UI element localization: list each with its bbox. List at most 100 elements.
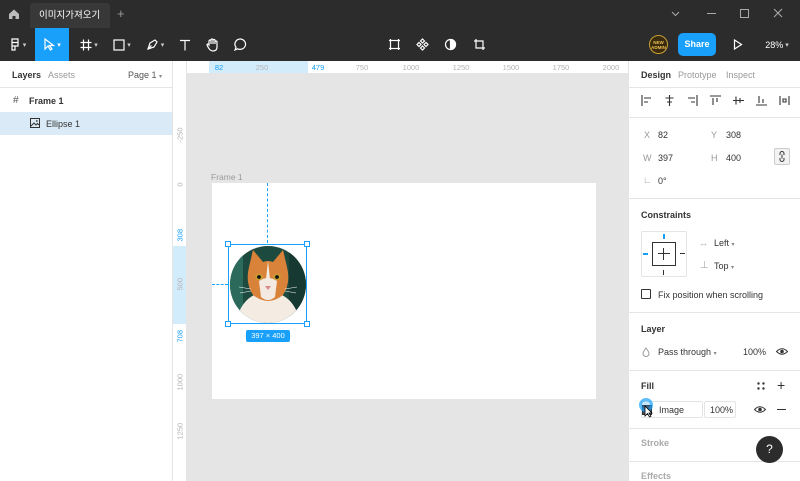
ruler-tick: -250 bbox=[175, 127, 185, 143]
minimize-icon[interactable] bbox=[707, 13, 716, 14]
add-fill-icon[interactable]: + bbox=[777, 377, 785, 393]
h-label: H bbox=[711, 153, 718, 163]
chevron-down-icon: ▾ bbox=[159, 74, 163, 80]
eye-icon[interactable] bbox=[754, 405, 766, 414]
cursor-icon bbox=[644, 405, 653, 418]
ellipse-image[interactable] bbox=[229, 245, 307, 324]
divider bbox=[629, 87, 800, 88]
crop-icon bbox=[473, 39, 485, 50]
layer-opacity-input[interactable]: 100% bbox=[743, 347, 766, 357]
constraints-title: Constraints bbox=[641, 210, 692, 220]
present-button[interactable] bbox=[729, 28, 745, 61]
hand-icon bbox=[205, 37, 218, 52]
ruler-tick: 1750 bbox=[552, 63, 570, 72]
frame-icon: # bbox=[13, 95, 19, 106]
hand-tool-button[interactable] bbox=[201, 28, 223, 61]
measure-guide-vertical bbox=[267, 183, 268, 243]
ruler-tick: 308 bbox=[175, 228, 185, 242]
x-input[interactable]: 82 bbox=[658, 130, 668, 140]
tab-layers[interactable]: Layers bbox=[12, 70, 41, 80]
vertical-constraint-dropdown[interactable]: Top ▾ bbox=[714, 261, 734, 271]
ruler-tick: 1250 bbox=[452, 63, 470, 72]
component-frame-button[interactable] bbox=[384, 28, 404, 61]
blend-mode-icon bbox=[642, 347, 650, 357]
x-label: X bbox=[644, 130, 651, 140]
frame-tool-button[interactable]: ▾ bbox=[74, 28, 104, 61]
fill-opacity-input[interactable]: 100% bbox=[704, 401, 736, 418]
fix-position-checkbox[interactable] bbox=[641, 289, 651, 299]
shape-tool-button[interactable]: ▾ bbox=[107, 28, 137, 61]
horizontal-constraint-dropdown[interactable]: Left ▾ bbox=[714, 238, 735, 248]
constraints-widget[interactable] bbox=[641, 231, 687, 277]
align-bottom-icon[interactable] bbox=[756, 95, 767, 106]
rotation-icon: ∟ bbox=[643, 175, 652, 185]
move-tool-button[interactable]: ▾ bbox=[35, 28, 69, 61]
comment-tool-button[interactable] bbox=[229, 28, 251, 61]
text-tool-button[interactable] bbox=[174, 28, 196, 61]
text-icon bbox=[180, 39, 190, 50]
crop-button[interactable] bbox=[469, 28, 489, 61]
layers-panel: Layers Assets Page 1 ▾ # Frame 1 Ellipse… bbox=[0, 61, 173, 481]
h-input[interactable]: 400 bbox=[726, 153, 741, 163]
blend-mode-value: Pass through bbox=[658, 347, 712, 357]
file-tab[interactable]: 이미지가져오기 bbox=[30, 3, 110, 28]
comment-icon bbox=[233, 38, 246, 51]
size-badge: 397 × 400 bbox=[246, 330, 290, 342]
divider bbox=[629, 428, 800, 429]
frame-icon bbox=[80, 39, 92, 50]
remove-fill-icon[interactable] bbox=[777, 409, 786, 410]
blend-mode-dropdown[interactable]: Pass through ▾ bbox=[658, 347, 717, 357]
mask-button[interactable] bbox=[440, 28, 460, 61]
page-selector[interactable]: Page 1 ▾ bbox=[128, 70, 162, 80]
layer-row-ellipse[interactable]: Ellipse 1 bbox=[0, 112, 172, 135]
avatar[interactable]: NEW ADMIN bbox=[649, 35, 668, 54]
ruler-tick: 1000 bbox=[402, 63, 420, 72]
styles-icon[interactable] bbox=[757, 382, 765, 390]
resize-handle[interactable] bbox=[304, 241, 310, 247]
resize-handle[interactable] bbox=[225, 241, 231, 247]
main-menu-button[interactable]: ▾ bbox=[5, 28, 31, 61]
rotation-input[interactable]: 0° bbox=[658, 176, 667, 186]
align-middle-icon[interactable] bbox=[733, 95, 744, 106]
figma-menu-icon bbox=[11, 38, 19, 51]
distribute-icon[interactable] bbox=[779, 95, 790, 106]
fill-title: Fill bbox=[641, 381, 654, 391]
align-top-icon[interactable] bbox=[710, 95, 721, 106]
y-input[interactable]: 308 bbox=[726, 130, 741, 140]
tab-assets[interactable]: Assets bbox=[48, 70, 75, 80]
fix-position-label: Fix position when scrolling bbox=[658, 290, 764, 300]
w-input[interactable]: 397 bbox=[658, 153, 673, 163]
align-left-icon[interactable] bbox=[641, 95, 652, 106]
resize-handle[interactable] bbox=[225, 321, 231, 327]
zoom-dropdown[interactable]: 28% ▾ bbox=[760, 28, 794, 61]
zoom-value: 28% bbox=[765, 39, 784, 50]
align-right-icon[interactable] bbox=[687, 95, 698, 106]
align-center-icon[interactable] bbox=[664, 95, 675, 106]
chevron-down-icon[interactable] bbox=[671, 9, 680, 18]
home-icon[interactable] bbox=[8, 8, 20, 20]
pen-icon bbox=[146, 39, 158, 50]
pen-tool-button[interactable]: ▾ bbox=[140, 28, 170, 61]
maximize-icon[interactable] bbox=[740, 9, 749, 18]
close-icon[interactable] bbox=[773, 8, 783, 18]
resize-handle[interactable] bbox=[304, 321, 310, 327]
create-component-button[interactable] bbox=[412, 28, 432, 61]
vertical-constraint-icon: ⊥ bbox=[700, 260, 709, 271]
eye-icon[interactable] bbox=[776, 347, 788, 356]
tab-prototype[interactable]: Prototype bbox=[678, 70, 717, 80]
link-icon bbox=[779, 151, 785, 162]
help-button[interactable]: ? bbox=[756, 436, 783, 463]
new-tab-button[interactable]: + bbox=[117, 6, 125, 21]
tab-design[interactable]: Design bbox=[641, 70, 671, 80]
component-frame-icon bbox=[388, 39, 400, 50]
tab-inspect[interactable]: Inspect bbox=[726, 70, 755, 80]
constrain-proportions-button[interactable] bbox=[774, 148, 790, 165]
ruler-tick: 750 bbox=[355, 63, 369, 72]
title-bar: 이미지가져오기 + bbox=[0, 0, 800, 28]
ruler-left: -250 0 308 500 708 1000 1250 bbox=[173, 61, 187, 481]
layer-row-frame[interactable]: # Frame 1 bbox=[0, 90, 172, 112]
ruler-tick: 250 bbox=[255, 63, 269, 72]
fill-type-value: Image bbox=[659, 405, 685, 415]
share-button[interactable]: Share bbox=[678, 33, 716, 56]
frame-label[interactable]: Frame 1 bbox=[211, 172, 243, 182]
